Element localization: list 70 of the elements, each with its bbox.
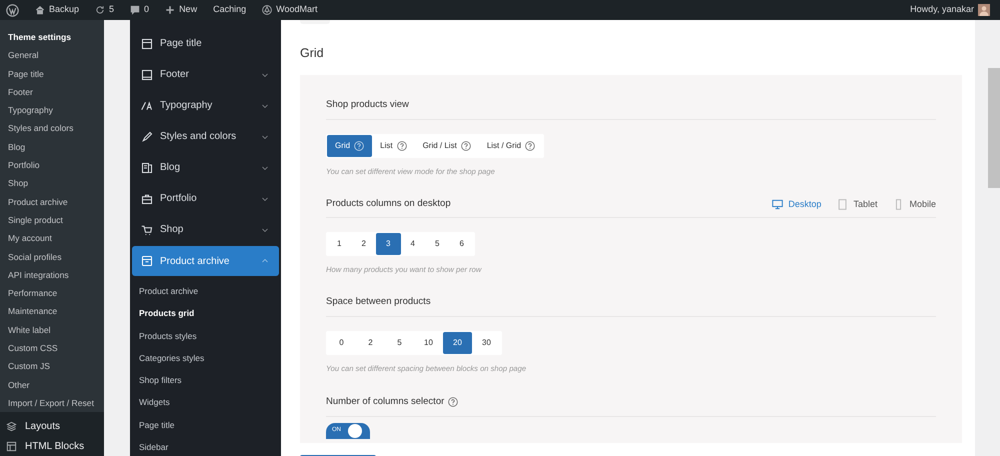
admin-menu-item[interactable]: Product archive [0,192,104,211]
admin-menu-item[interactable]: Page title [0,64,104,83]
admin-menu-item[interactable]: API integrations [0,266,104,284]
admin-bar-link[interactable]: 0 [130,3,150,17]
theme-nav-item[interactable]: Footer [132,59,279,90]
admin-menu-item[interactable]: White label [0,320,104,340]
admin-menu-item[interactable]: Portfolio [0,156,104,174]
admin-menu-item[interactable]: Custom JS [0,357,104,376]
admin-menu-item[interactable]: My account [0,229,104,248]
option-button[interactable]: 4 [400,232,425,255]
option-button[interactable]: Grid [327,135,372,157]
admin-menu-item[interactable]: Other [0,376,104,394]
admin-bar-link[interactable]: 5 [95,3,114,17]
admin-bar-link[interactable]: New [165,3,198,17]
greeting-text[interactable]: Howdy, yanakar [910,3,974,17]
admin-menu-item[interactable]: Social profiles [0,248,104,266]
submenu-item[interactable]: Product archive [132,280,279,302]
submenu-item[interactable]: Sidebar [132,436,279,456]
admin-bar-link[interactable]: Caching [213,3,246,17]
submenu-item[interactable]: Products grid [132,302,279,325]
theme-nav-item[interactable]: Product archive [132,246,279,276]
option-button[interactable]: 6 [450,232,474,255]
option-button[interactable]: Grid / List [414,135,479,157]
option-button[interactable]: 2 [352,232,376,255]
admin-menu-section[interactable]: Layouts [0,416,104,436]
option-button[interactable]: 5 [425,232,450,255]
admin-menu-item[interactable]: Blog [0,138,104,156]
admin-menu-item[interactable]: Typography [0,101,104,120]
option-button[interactable]: 2 [356,332,385,354]
admin-menu-item[interactable]: Custom CSS [0,339,104,358]
admin-menu-item[interactable]: Import / Export / Reset [0,394,104,412]
admin-menu-item[interactable]: Performance [0,284,104,302]
admin-menu-item[interactable]: General [0,46,104,65]
theme-nav-item[interactable]: Styles and colors [132,121,279,152]
admin-menu-item[interactable]: Footer [0,82,104,102]
option-button[interactable]: 10 [414,332,443,354]
option-button[interactable]: List [372,135,415,157]
admin-menu-item[interactable]: Shop [0,174,104,193]
submenu-item[interactable]: Categories styles [132,346,279,370]
theme-nav-item[interactable]: Blog [132,152,279,183]
theme-nav-item[interactable]: Portfolio [132,183,279,214]
admin-menu-item[interactable]: Theme settings [0,28,104,46]
submenu-item[interactable]: Shop filters [132,369,279,392]
option-button[interactable]: 1 [327,232,352,255]
option-button[interactable]: 5 [385,332,414,354]
theme-nav-item[interactable]: Shop [132,214,279,245]
submenu-item[interactable]: Widgets [132,391,279,414]
option-button[interactable]: 0 [327,332,356,354]
theme-nav-item[interactable]: Typography [132,90,279,121]
section-heading: Grid [300,45,325,62]
admin-bar-link[interactable]: WoodMart [262,3,318,17]
device-tab[interactable]: Tablet [837,198,878,212]
device-tab[interactable]: Desktop [772,198,822,212]
submenu-item[interactable]: Page title [132,414,279,436]
theme-nav-item[interactable]: Page title [132,28,279,59]
admin-menu-item[interactable]: Styles and colors [0,119,104,138]
device-tab[interactable]: Mobile [893,198,936,212]
admin-bar-link[interactable]: Backup [35,3,80,17]
field-label: Products columns on desktop [326,197,451,212]
option-button[interactable]: 3 [376,232,400,255]
option-button[interactable]: 20 [443,332,472,354]
field-label: Shop products view [326,98,409,112]
admin-menu-section[interactable]: HTML Blocks [0,436,104,456]
option-button[interactable]: List / Grid [478,135,544,157]
submenu-item[interactable]: Products styles [132,324,279,347]
option-button[interactable]: 30 [472,332,501,354]
admin-menu-item[interactable]: Maintenance [0,302,104,321]
admin-menu-item[interactable]: Single product [0,210,104,230]
field-label: Space between products [326,295,431,310]
field-label: Number of columns selector [326,394,444,409]
